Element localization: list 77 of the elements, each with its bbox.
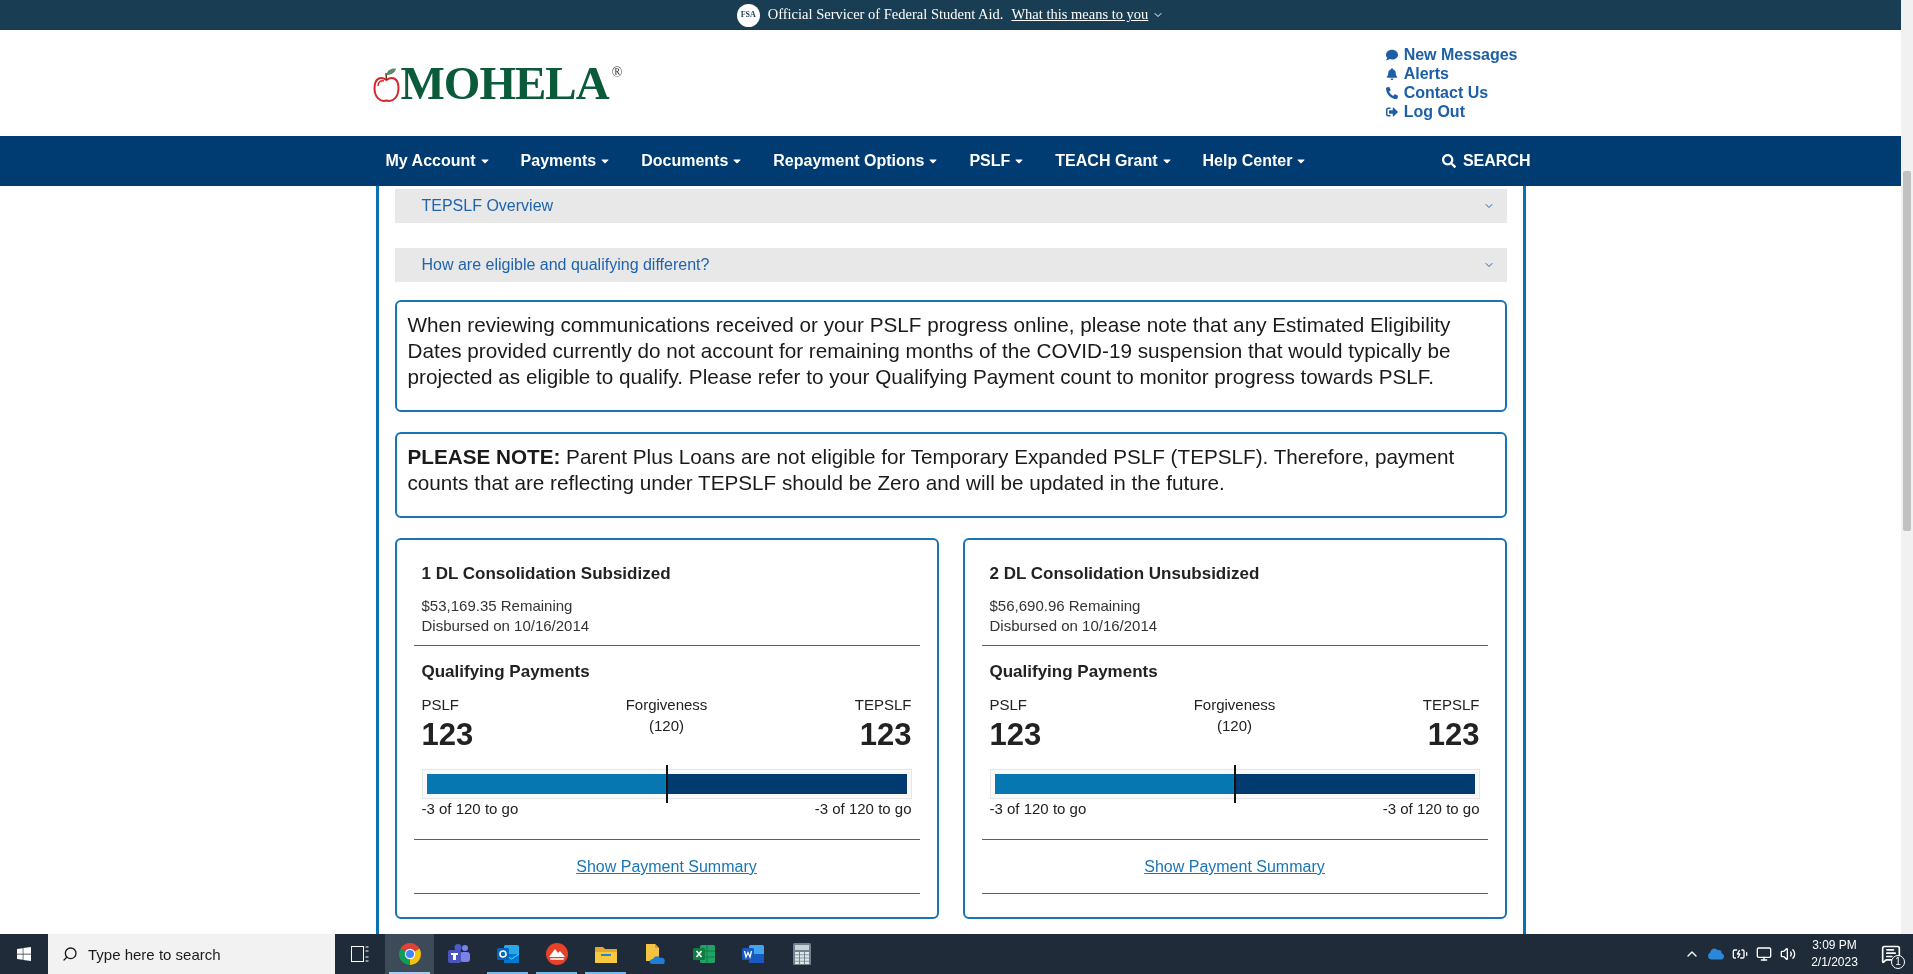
monitor-icon bbox=[1756, 946, 1772, 962]
remaining-balance: $53,169.35 Remaining bbox=[421, 596, 573, 616]
forgiveness-label: Forgiveness bbox=[1193, 695, 1276, 715]
accordion-header[interactable]: How are eligible and qualifying different? bbox=[394, 248, 1507, 282]
tepslf-label: TEPSLF bbox=[1422, 695, 1480, 715]
nav-menu-item[interactable]: PSLF bbox=[954, 136, 1041, 186]
forgiveness-target: (120) bbox=[1216, 716, 1252, 736]
sign-out-icon bbox=[1385, 105, 1398, 118]
windows-logo-icon bbox=[16, 946, 32, 962]
banner-text: Official Servicer of Federal Student Aid. bbox=[767, 5, 1004, 25]
bell-icon bbox=[1385, 67, 1398, 80]
task-view-icon bbox=[351, 946, 369, 962]
header-link[interactable]: Log Out bbox=[1385, 102, 1465, 121]
payment-summary-link[interactable]: Show Payment Summary bbox=[576, 858, 757, 875]
disbursed-date: Disbursed on 10/16/2014 bbox=[421, 616, 590, 636]
volume-icon bbox=[1780, 946, 1796, 962]
clock-button[interactable]: 3:09 PM 2/1/2023 bbox=[1800, 934, 1869, 974]
search-button[interactable]: SEARCH bbox=[1441, 136, 1531, 186]
pslf-remaining: -3 of 120 to go bbox=[989, 799, 1087, 819]
nav-menu-item[interactable]: TEACH Grant bbox=[1040, 136, 1188, 186]
section-title: Qualifying Payments bbox=[421, 662, 590, 682]
browser-icon bbox=[398, 943, 421, 965]
nav-menu-item[interactable]: Help Center bbox=[1187, 136, 1323, 186]
document-icon bbox=[741, 944, 764, 964]
header-link[interactable]: Contact Us bbox=[1385, 83, 1489, 102]
fsa-badge: FSA bbox=[736, 3, 760, 27]
apple-icon bbox=[372, 67, 400, 103]
tepslf-label: TEPSLF bbox=[854, 695, 912, 715]
mountain-badge-icon bbox=[545, 943, 568, 965]
logo-wordmark: MOHELA$^{®}$ bbox=[400, 63, 622, 103]
header-link[interactable]: Alerts bbox=[1385, 64, 1449, 83]
forgiveness-target: (120) bbox=[648, 716, 684, 736]
forgiveness-marker bbox=[1233, 765, 1236, 803]
folder-icon bbox=[594, 945, 617, 963]
nav-menu-item[interactable]: Payments bbox=[505, 136, 627, 186]
tepslf-count: 123 bbox=[859, 718, 912, 752]
notice-text: When reviewing communications received or your PSLF progress online, please note that any Estimated Eligibility Dates provided currently do not account for remaining months of the COVID-19 suspension that would typically be projected as eligible to qualify. Please refer to your Qualifying Payment count to monitor progress towards PSLF. bbox=[407, 312, 1452, 390]
disbursed-date: Disbursed on 10/16/2014 bbox=[989, 616, 1158, 636]
battery-icon bbox=[1732, 946, 1748, 962]
tepslf-count: 123 bbox=[1427, 718, 1480, 752]
spreadsheet-icon bbox=[692, 944, 715, 964]
forgiveness-label: Forgiveness bbox=[625, 695, 708, 715]
vertical-scrollbar[interactable] bbox=[1901, 0, 1913, 934]
pslf-label: PSLF bbox=[421, 695, 459, 715]
forgiveness-marker bbox=[665, 765, 668, 803]
pslf-count: 123 bbox=[989, 718, 1042, 752]
file-cloud-icon bbox=[643, 943, 666, 965]
search-icon bbox=[1441, 154, 1456, 168]
tepslf-remaining: -3 of 120 to go bbox=[814, 799, 912, 819]
notifications-button[interactable]: 1 bbox=[1869, 934, 1913, 974]
notice-text: PLEASE NOTE: Parent Plus Loans are not eligible for Temporary Expanded PSLF (TEPSLF). Therefore, payment counts that are reflecting under TEPSLF should be Zero and will be updated in the future. bbox=[407, 444, 1456, 496]
pslf-remaining: -3 of 120 to go bbox=[421, 799, 519, 819]
nav-menu-item[interactable]: Repayment Options bbox=[758, 136, 955, 186]
section-title: Qualifying Payments bbox=[989, 662, 1158, 682]
speech-bubble-icon bbox=[1385, 48, 1398, 61]
loan-title: 1 DL Consolidation Subsidized bbox=[421, 564, 671, 584]
banner-link[interactable]: What this means to you bbox=[1011, 4, 1165, 26]
header-link[interactable]: New Messages bbox=[1385, 45, 1518, 64]
nav-menu-item[interactable]: My Account bbox=[370, 136, 506, 186]
calculator-icon bbox=[792, 943, 811, 965]
remaining-balance: $56,690.96 Remaining bbox=[989, 596, 1141, 616]
message-icon bbox=[1881, 944, 1901, 964]
search-icon bbox=[62, 946, 78, 962]
pslf-count: 123 bbox=[421, 718, 474, 752]
mail-tile-icon bbox=[496, 944, 519, 964]
accordion-header[interactable]: TEPSLF Overview bbox=[394, 189, 1507, 223]
phone-icon bbox=[1385, 86, 1398, 99]
people-tile-icon bbox=[447, 944, 470, 964]
pslf-label: PSLF bbox=[989, 695, 1027, 715]
scrollbar-thumb[interactable] bbox=[1903, 171, 1911, 531]
nav-menu-item[interactable]: Documents bbox=[626, 136, 759, 186]
payment-summary-link[interactable]: Show Payment Summary bbox=[1144, 858, 1325, 875]
tepslf-remaining: -3 of 120 to go bbox=[1382, 799, 1480, 819]
notification-count: 1 bbox=[1891, 955, 1905, 969]
loan-title: 2 DL Consolidation Unsubsidized bbox=[989, 564, 1260, 584]
search-field[interactable]: Type here to search bbox=[48, 934, 335, 974]
cloud-icon bbox=[1708, 946, 1724, 962]
